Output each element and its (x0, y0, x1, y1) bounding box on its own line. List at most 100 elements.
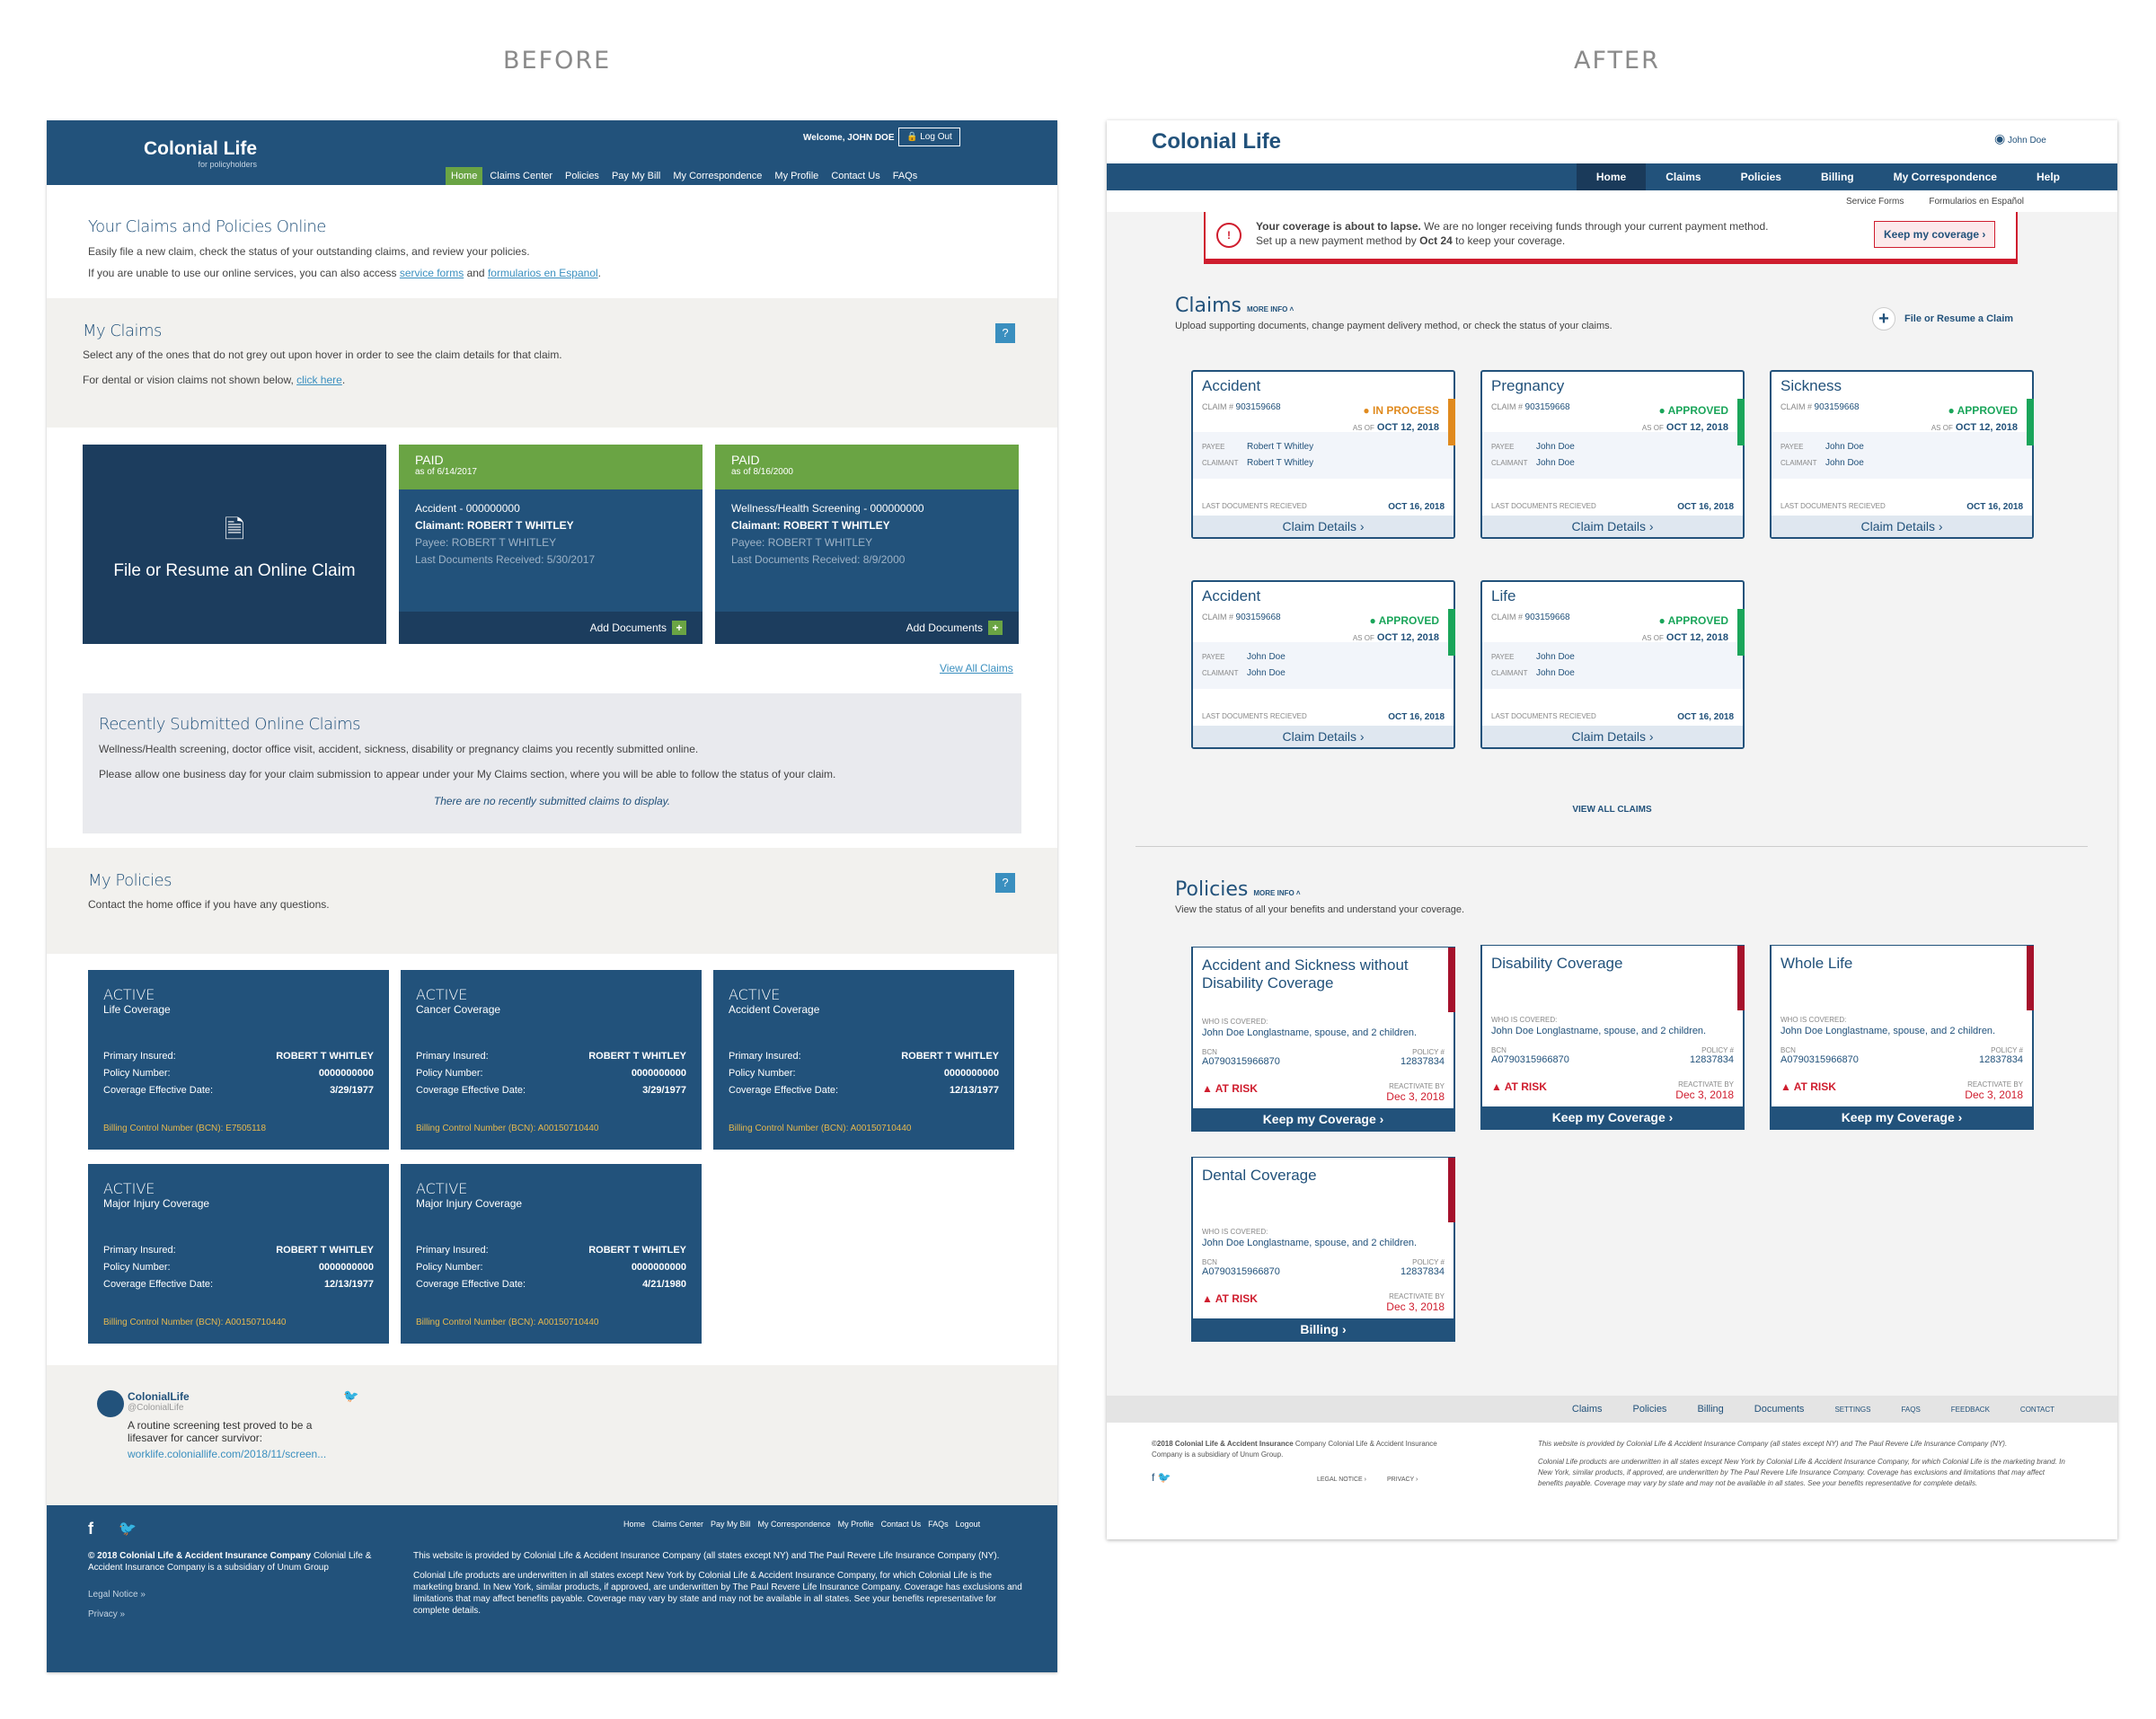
menu-faqs[interactable]: FAQs (888, 167, 923, 185)
footer-menu-item[interactable]: My Correspondence (758, 1520, 831, 1529)
claim-type: Wellness/Health Screening - 000000000 (731, 502, 924, 515)
claim-card[interactable]: Pregnancy CLAIM # 903159668 ● APPROVED A… (1480, 370, 1745, 539)
claim-details-button[interactable]: Claim Details › (1193, 726, 1454, 747)
menu-my-correspondence[interactable]: My Correspondence (667, 167, 767, 185)
social-icons[interactable]: f 🐦 (1152, 1471, 1171, 1484)
footer-menu-item[interactable]: Home (623, 1520, 645, 1529)
policies-subtitle: View the status of all your benefits and… (1175, 904, 1465, 915)
claim-details-button[interactable]: Claim Details › (1482, 516, 1743, 537)
footer-menu-item[interactable]: Contact Us (881, 1520, 922, 1529)
logout-label: Log Out (920, 132, 952, 142)
nav-policies[interactable]: Policies (1721, 163, 1801, 190)
bcn: Billing Control Number (BCN): A001507104… (416, 1318, 599, 1327)
policy-card[interactable]: ACTIVE Cancer Coverage Primary Insured: R… (401, 970, 702, 1150)
status-icon: ● (1658, 404, 1666, 417)
footer-settings[interactable]: SETTINGS (1834, 1406, 1870, 1414)
add-documents-button[interactable]: Add Documents + (715, 612, 1019, 644)
footer-menu-item[interactable]: FAQs (928, 1520, 949, 1529)
claim-card[interactable]: Accident CLAIM # 903159668 ● APPROVED AS… (1191, 580, 1455, 749)
spanish-forms-link[interactable]: formularios en Espanol (488, 267, 598, 279)
file-claim-button[interactable]: + File or Resume a Claim (1872, 307, 2013, 331)
policy-cta-button[interactable]: Keep my Coverage › (1482, 1106, 1743, 1128)
footer-contact[interactable]: CONTACT (2020, 1406, 2054, 1414)
twitter-icon[interactable]: 🐦 (119, 1520, 137, 1538)
logo[interactable]: Colonial Life (1152, 129, 1281, 154)
legal-notice-link[interactable]: LEGAL NOTICE › (1317, 1477, 1366, 1483)
claim-card[interactable]: PAID as of 6/14/2017 Accident - 000000000… (399, 445, 702, 644)
facebook-icon[interactable]: f (88, 1520, 93, 1538)
user-menu[interactable]: ◉ John Doe (1994, 131, 2046, 146)
footer-claims[interactable]: Claims (1572, 1404, 1603, 1415)
who-label: WHO IS COVERED: (1202, 1228, 1268, 1236)
policy-card[interactable]: ACTIVE Life Coverage Primary Insured: ROB… (88, 970, 389, 1150)
file-claim-tile[interactable]: 🗎 File or Resume an Online Claim (83, 445, 386, 644)
click-here-link[interactable]: click here (296, 374, 342, 386)
reactivate-date: Dec 3, 2018 (1965, 1089, 2023, 1101)
spanish-forms-link[interactable]: Formularios en Español (1929, 197, 2024, 207)
policy-card[interactable]: ACTIVE Major Injury Coverage Primary Ins… (401, 1164, 702, 1344)
footer-documents[interactable]: Documents (1754, 1404, 1805, 1415)
privacy-link[interactable]: Privacy » (88, 1609, 125, 1619)
policy-card[interactable]: Whole Life WHO IS COVERED: John Doe Longl… (1770, 945, 2034, 1130)
footer-menu-item[interactable]: Claims Center (652, 1520, 703, 1529)
claim-asof: AS OF OCT 12, 2018 (1931, 422, 2018, 433)
nav-home[interactable]: Home (1576, 163, 1647, 190)
claim-title: Accident (1202, 377, 1261, 394)
bcn-value: A0790315966870 (1780, 1054, 1859, 1065)
view-all-claims-link[interactable]: View All Claims (940, 662, 1013, 674)
footer-menu-item[interactable]: My Profile (838, 1520, 874, 1529)
claim-card[interactable]: Accident CLAIM # 903159668 ● IN PROCESS … (1191, 370, 1455, 539)
claimant-label: CLAIMANT (1491, 459, 1528, 467)
footer-menu-item[interactable]: Logout (956, 1520, 981, 1529)
logout-button[interactable]: 🔒 Log Out (898, 128, 960, 146)
policy-ids: BCN A0790315966870 POLICY #12837834 (1780, 1046, 2023, 1065)
policies-header: Policies MORE INFO ˄ View the status of a… (1175, 878, 1464, 915)
footer-menu-item[interactable]: Pay My Bill (711, 1520, 751, 1529)
footer-feedback[interactable]: FEEDBACK (1951, 1406, 1990, 1414)
menu-claims-center[interactable]: Claims Center (484, 167, 558, 185)
footer-billing[interactable]: Billing (1697, 1404, 1723, 1415)
menu-home[interactable]: Home (446, 167, 483, 185)
menu-pay-my-bill[interactable]: Pay My Bill (606, 167, 666, 185)
policy-card[interactable]: ACTIVE Major Injury Coverage Primary Ins… (88, 1164, 389, 1344)
footer-faqs[interactable]: FAQS (1901, 1406, 1920, 1414)
policy-cta-button[interactable]: Keep my Coverage › (1772, 1106, 2032, 1128)
policy-card[interactable]: Dental Coverage WHO IS COVERED: John Doe … (1191, 1157, 1455, 1342)
nav-help[interactable]: Help (2017, 163, 2080, 190)
tweet-name: ColonialLife (128, 1390, 190, 1403)
footer-copyright: © 2018 Colonial Life & Accident Insuranc… (88, 1550, 376, 1574)
nav-my-correspondence[interactable]: My Correspondence (1874, 163, 2017, 190)
add-documents-button[interactable]: Add Documents + (399, 612, 702, 644)
view-all-claims-link[interactable]: VIEW ALL CLAIMS (1107, 805, 2117, 815)
service-forms-link[interactable]: service forms (400, 267, 464, 279)
help-icon[interactable]: ? (995, 323, 1015, 343)
menu-policies[interactable]: Policies (560, 167, 605, 185)
policy-card[interactable]: Accident and Sickness without Disability… (1191, 947, 1455, 1132)
policy-card[interactable]: ACTIVE Accident Coverage Primary Insured… (713, 970, 1014, 1150)
claim-card[interactable]: Life CLAIM # 903159668 ● APPROVED AS OF … (1480, 580, 1745, 749)
footer-policies[interactable]: Policies (1633, 1404, 1667, 1415)
service-forms-link[interactable]: Service Forms (1846, 197, 1904, 207)
policy-status: ACTIVE (103, 986, 155, 1003)
nav-billing[interactable]: Billing (1801, 163, 1874, 190)
policy-cta-button[interactable]: Keep my Coverage › (1193, 1108, 1454, 1130)
claim-details-button[interactable]: Claim Details › (1772, 516, 2032, 537)
legal-link[interactable]: Legal Notice » (88, 1590, 146, 1600)
claim-card[interactable]: Sickness CLAIM # 903159668 ● APPROVED AS… (1770, 370, 2034, 539)
claims-more-info[interactable]: MORE INFO ˄ (1247, 305, 1294, 313)
policy-cta-button[interactable]: Billing › (1193, 1318, 1454, 1340)
tweet-link[interactable]: worklife.coloniallife.com/2018/11/screen… (128, 1448, 326, 1460)
claim-details-button[interactable]: Claim Details › (1193, 516, 1454, 537)
policies-more-info[interactable]: MORE INFO ˄ (1253, 889, 1300, 897)
privacy-link[interactable]: PRIVACY › (1387, 1477, 1418, 1483)
menu-contact-us[interactable]: Contact Us (826, 167, 885, 185)
claim-details-button[interactable]: Claim Details › (1482, 726, 1743, 747)
nav-claims[interactable]: Claims (1646, 163, 1720, 190)
keep-coverage-button[interactable]: Keep my coverage › (1874, 221, 1996, 248)
menu-my-profile[interactable]: My Profile (769, 167, 824, 185)
claim-card[interactable]: PAID as of 8/16/2000 Wellness/Health Scre… (715, 445, 1019, 644)
logo[interactable]: Colonial Life for policyholders (144, 138, 257, 169)
help-icon[interactable]: ? (995, 873, 1015, 893)
risk-label: AT RISK (1215, 1292, 1258, 1305)
policy-card[interactable]: Disability Coverage WHO IS COVERED: John … (1480, 945, 1745, 1130)
